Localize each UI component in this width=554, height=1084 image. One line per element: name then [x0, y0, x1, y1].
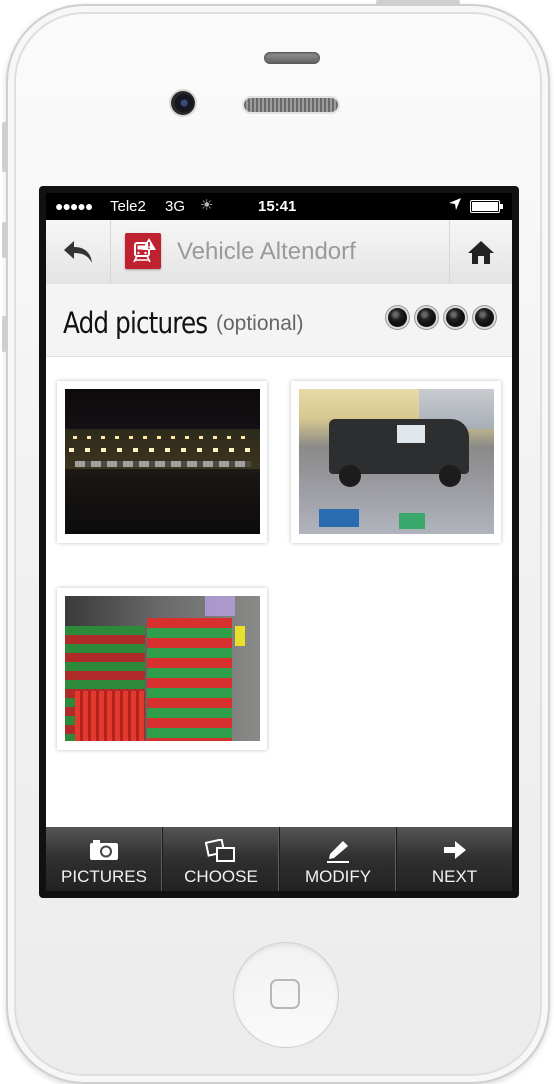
modify-button[interactable]: MODIFY: [280, 827, 397, 891]
photo-thumbnail[interactable]: [57, 588, 267, 750]
network-type: 3G: [165, 198, 186, 215]
page-title: Add pictures: [63, 306, 208, 340]
clock: 15:41: [258, 198, 297, 215]
front-camera: [171, 91, 195, 115]
home-button[interactable]: [449, 220, 512, 284]
back-arrow-icon: [64, 241, 92, 263]
step-dot: [446, 308, 465, 327]
home-icon: [468, 241, 494, 264]
ringer-switch: [2, 122, 8, 172]
volume-up-button: [2, 222, 8, 258]
signal-strength: ●●●●●: [55, 198, 93, 214]
app-screen: ●●●●● Tele2 3G ☀ 15:41 Vehicle Altendorf…: [46, 193, 512, 891]
battery-icon: [470, 200, 503, 213]
next-label: NEXT: [431, 867, 478, 886]
arrow-right-icon: [443, 841, 466, 859]
location-arrow-icon: [448, 197, 462, 214]
stacked-baskets-photo: [65, 596, 260, 741]
pictures-label: PICTURES: [61, 867, 147, 886]
volume-down-button: [2, 316, 8, 352]
vehicle-garage-photo: [299, 389, 494, 534]
nav-title: Vehicle Altendorf: [177, 238, 356, 265]
carrier-name: Tele2: [110, 198, 146, 215]
next-button[interactable]: NEXT: [397, 827, 512, 891]
status-bar: ●●●●● Tele2 3G ☀ 15:41: [46, 193, 512, 220]
pencil-icon: [327, 841, 349, 863]
choose-photos-icon: [205, 839, 235, 862]
camera-icon: [90, 840, 118, 860]
choose-label: CHOOSE: [184, 867, 258, 886]
earpiece-speaker: [264, 52, 320, 64]
choose-button[interactable]: CHOOSE: [163, 827, 280, 891]
speaker-grille: [244, 98, 338, 112]
page-header: Add pictures (optional): [46, 284, 512, 357]
night-building-photo: [65, 389, 260, 534]
screen: ●●●●● Tele2 3G ☀ 15:41 Vehicle Altendorf…: [39, 186, 519, 898]
page-subtitle: (optional): [216, 312, 304, 335]
photo-thumbnail[interactable]: [57, 381, 267, 543]
photo-thumbnail[interactable]: [291, 381, 501, 543]
navigation-bar: Vehicle Altendorf: [46, 220, 512, 285]
pictures-button[interactable]: PICTURES: [46, 827, 163, 891]
step-dot: [475, 308, 494, 327]
step-dot: [417, 308, 436, 327]
activity-spinner-icon: ☀: [200, 197, 214, 214]
bottom-toolbar: PICTURES CHOOSE MODIFY NEXT: [46, 827, 512, 891]
modify-label: MODIFY: [304, 867, 372, 886]
power-button: [376, 0, 460, 5]
back-button[interactable]: [46, 220, 111, 284]
hardware-home-button[interactable]: [233, 942, 339, 1048]
train-warning-logo-icon: [125, 233, 161, 269]
step-dot: [388, 308, 407, 327]
